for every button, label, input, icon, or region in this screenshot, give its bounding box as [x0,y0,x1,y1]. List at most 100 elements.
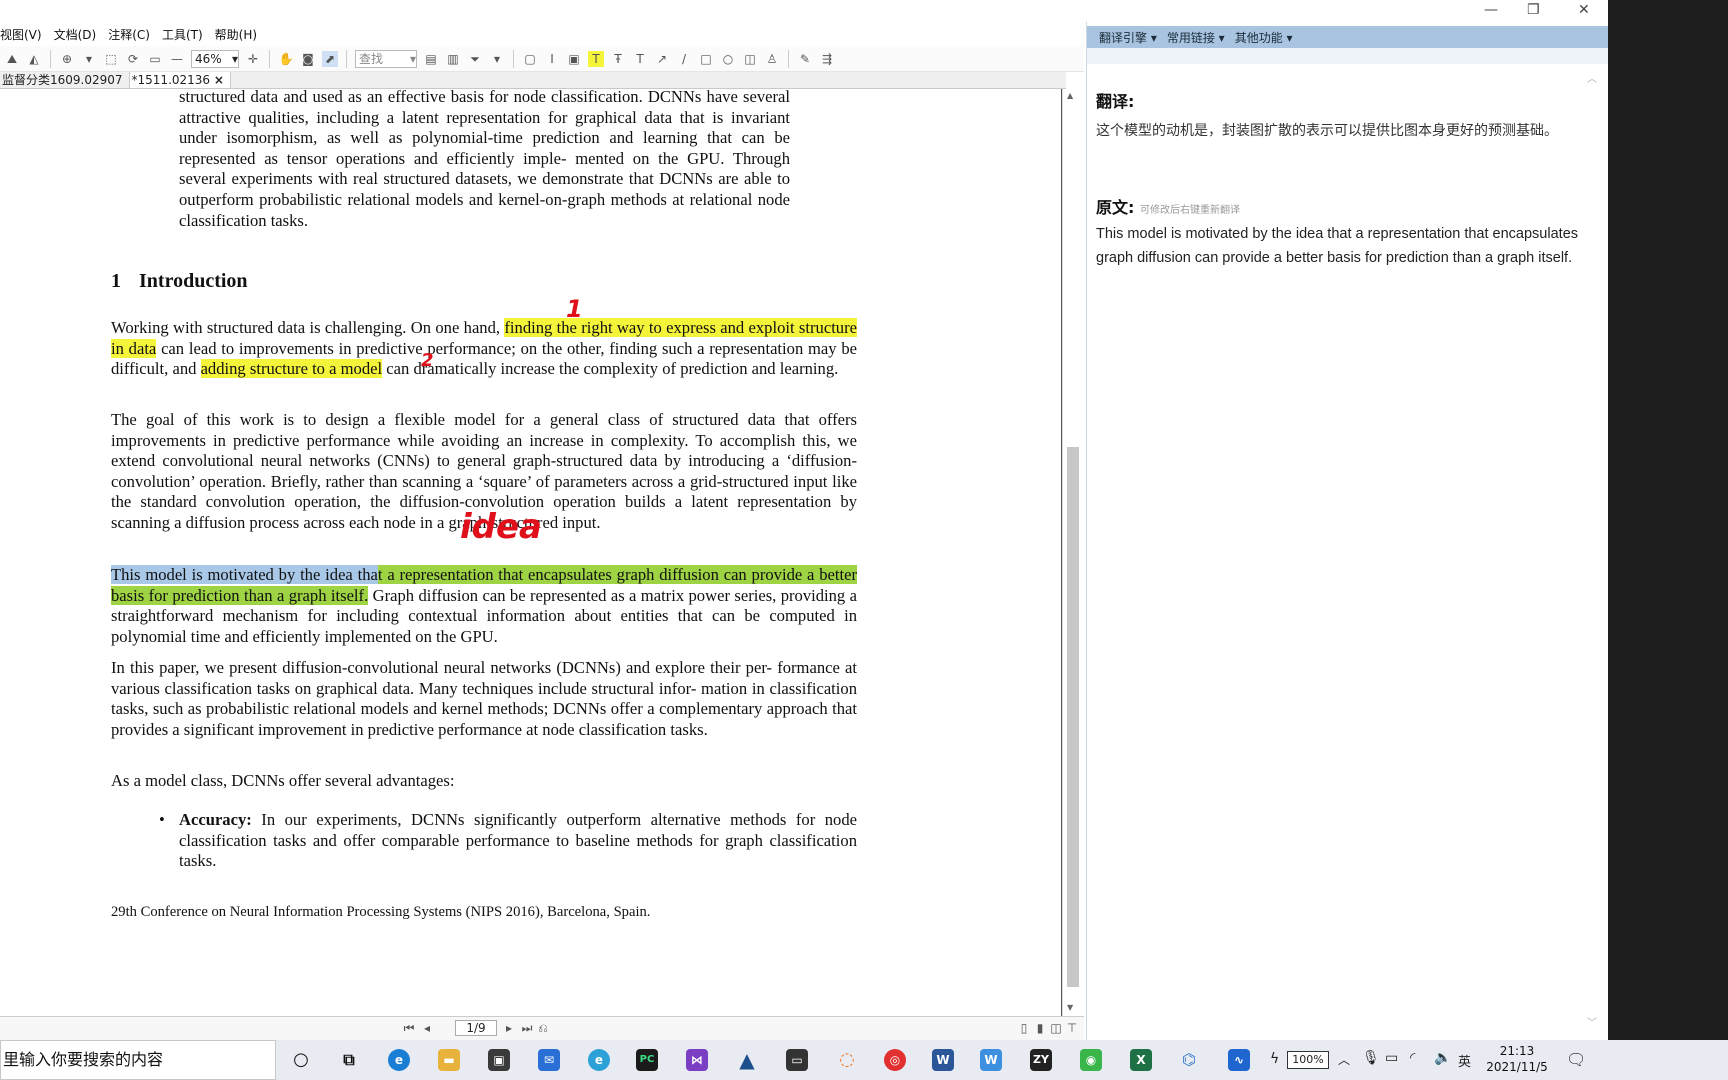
select-tool-icon[interactable]: ⬈ [322,50,338,67]
pdf-page[interactable]: structured data and used as an effective… [0,89,1062,1016]
cortana-icon[interactable]: ○ [290,1049,312,1071]
minimize-icon[interactable]: — [1484,2,1498,18]
zoom-out-icon[interactable]: — [169,51,185,67]
vertical-scrollbar[interactable]: ▲ ▼ [1062,89,1082,1016]
highlight[interactable]: adding structure to a model [200,359,383,379]
taskbar-search-input[interactable]: 里输入你要搜索的内容 [0,1040,276,1080]
wechat-icon[interactable]: ◉ [1080,1049,1102,1071]
menu-common-links[interactable]: 常用链接 ▾ [1167,29,1225,46]
microphone-icon[interactable]: 🎙 [1362,1050,1380,1066]
text-box-icon[interactable]: ▣ [566,51,582,67]
input-method-indicator[interactable]: 英 [1458,1051,1471,1070]
excel-icon[interactable]: X [1130,1049,1152,1071]
tab-document-2[interactable]: *1511.02136 × [129,72,231,88]
scroll-down-icon[interactable]: ▼ [1067,1003,1073,1012]
system-clock[interactable]: 21:13 2021/11/5 [1484,1043,1550,1075]
menu-translate-engine[interactable]: 翻译引擎 ▾ [1099,29,1157,46]
jupyter-icon[interactable]: ◌ [836,1049,858,1071]
battery-indicator[interactable]: 100% [1287,1051,1329,1069]
rectangle-icon[interactable]: □ [698,51,714,67]
find-prev-icon[interactable]: ▤ [423,51,439,67]
word-icon[interactable]: W [932,1049,954,1071]
power-icon[interactable]: ϟ [1270,1051,1279,1067]
hand-tool-icon[interactable]: ✋ [278,51,294,67]
continuous-view-icon[interactable]: ▮ [1032,1020,1048,1036]
filter-icon[interactable]: ⏷ [467,51,483,67]
ellipse-icon[interactable]: ○ [720,51,736,67]
stamp-icon[interactable]: ♙ [764,51,780,67]
find-input[interactable]: 查找 ▾ [355,49,417,68]
close-icon[interactable]: ✕ [1578,2,1590,18]
export-icon[interactable]: ⇶ [819,51,835,67]
task-view-icon[interactable]: ⧉ [338,1049,360,1071]
find-next-icon[interactable]: ▥ [445,51,461,67]
fit-page-icon[interactable]: ⬚ [103,51,119,67]
prev-page-icon[interactable]: ◂ [419,1020,435,1036]
arrow-icon[interactable]: ↗ [654,51,670,67]
edit-icon[interactable]: ✎ [797,51,813,67]
handwritten-mark-1[interactable]: 1 [566,297,583,321]
zoom-in-icon[interactable]: ⊕ [59,51,75,67]
note-icon[interactable]: ◫ [742,51,758,67]
add-icon[interactable]: ✛ [245,51,261,67]
highlight-icon[interactable]: T [588,50,604,67]
page-number-input[interactable]: 1/9 [455,1020,497,1036]
menu-tools[interactable]: 工具(T) [162,26,203,43]
history-back-icon[interactable]: ⎌ [535,1020,551,1036]
single-page-view-icon[interactable]: ▯ [1016,1020,1032,1036]
ie-browser-icon[interactable]: e [588,1049,610,1071]
wifi-icon[interactable]: ◜ [1410,1050,1415,1066]
chevron-up-icon[interactable]: ︿ [1338,1051,1350,1068]
close-icon[interactable]: × [214,73,224,87]
text-selection[interactable]: This model is motivated by the idea tha [111,565,378,584]
chevron-down-icon[interactable]: ▾ [489,51,505,67]
store-icon[interactable]: ▣ [488,1049,510,1071]
line-icon[interactable]: / [676,51,692,67]
menu-other-functions[interactable]: 其他功能 ▾ [1235,29,1293,46]
menu-annotate[interactable]: 注释(C) [108,26,150,43]
handwritten-idea[interactable]: idea [460,510,542,543]
network-app-icon[interactable]: ⌬ [1178,1049,1200,1071]
tab-document-1[interactable]: 监督分类1609.02907 [0,72,130,88]
netease-music-icon[interactable]: ◎ [884,1049,906,1071]
fit-width-icon[interactable]: ▭ [147,51,163,67]
terminal-icon[interactable]: ▭ [786,1049,808,1071]
insert-text-icon[interactable]: I [544,51,560,67]
restore-icon[interactable]: ❐ [1527,2,1540,18]
zy-app-icon[interactable]: ZY [1030,1049,1052,1071]
underline-icon[interactable]: T [632,51,648,67]
translation-text[interactable]: 这个模型的动机是，封装图扩散的表示可以提供比图本身更好的预测基础。 [1096,118,1578,144]
volume-icon[interactable]: 🔈 [1434,1050,1451,1066]
mail-icon[interactable]: ✉ [538,1049,560,1071]
pycharm-icon[interactable]: PC [636,1049,658,1071]
chevron-down-icon[interactable]: ▾ [81,51,97,67]
scrollbar-thumb[interactable] [1067,447,1079,987]
visual-studio-icon[interactable]: ⋈ [686,1049,708,1071]
rotate-icon[interactable]: ⟳ [125,51,141,67]
original-text[interactable]: This model is motivated by the idea that… [1096,223,1578,270]
comment-icon[interactable]: ▢ [522,51,538,67]
scroll-up-icon[interactable]: ︿ [1587,70,1597,85]
menu-document[interactable]: 文档(D) [54,26,97,43]
last-page-icon[interactable]: ⏭ [519,1020,535,1036]
menu-view[interactable]: 视图(V) [0,26,42,43]
battery-icon[interactable]: ▭ [1385,1050,1398,1066]
zoom-select[interactable]: 46% ▾ [191,49,239,68]
edge-browser-icon[interactable]: e [388,1049,410,1071]
handwritten-mark-2[interactable]: 2 [421,350,434,372]
panel-scrollbar[interactable]: ︿ ﹀ [1587,70,1603,1030]
menu-help[interactable]: 帮助(H) [215,26,257,43]
scroll-down-icon[interactable]: ﹀ [1587,1014,1597,1029]
snapshot-icon[interactable]: ◙ [300,51,316,67]
writer-icon[interactable]: W [980,1049,1002,1071]
matlab-icon[interactable]: ▲ [736,1049,758,1071]
file-explorer-icon[interactable]: ▬ [438,1049,460,1071]
notification-icon[interactable]: 🗨 [1566,1050,1586,1069]
text-select-icon[interactable]: ⛰ [4,51,20,67]
first-page-icon[interactable]: ⏮ [401,1020,417,1036]
scroll-up-icon[interactable]: ▲ [1067,91,1073,100]
facing-view-icon[interactable]: ◫ [1048,1020,1064,1036]
image-viewer-icon[interactable]: ∿ [1228,1049,1250,1071]
strikeout-icon[interactable]: Ŧ [610,51,626,67]
next-page-icon[interactable]: ▸ [501,1020,517,1036]
